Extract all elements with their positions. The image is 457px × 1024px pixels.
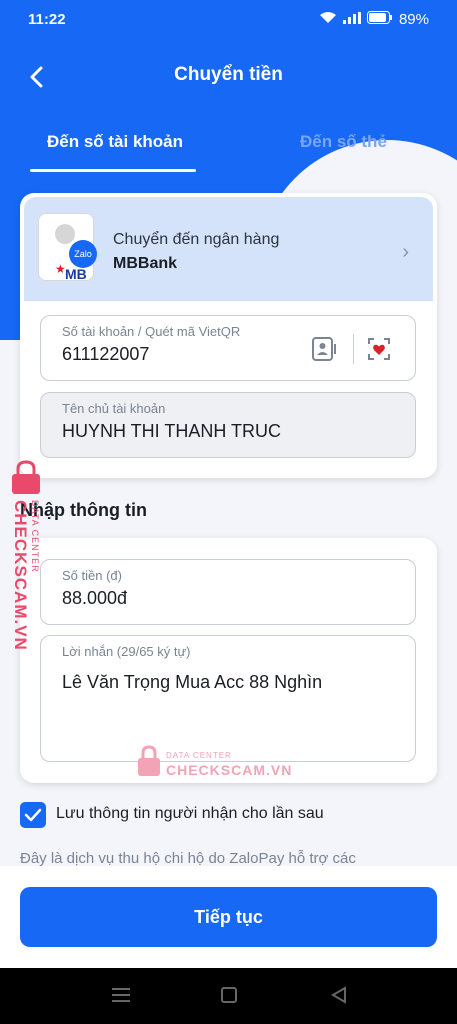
- signal-icon: [342, 11, 361, 28]
- account-holder-label: Tên chủ tài khoản: [62, 401, 166, 416]
- account-number-field[interactable]: Số tài khoản / Quét mã VietQR 611122007: [40, 315, 416, 381]
- mb-logo-text: MB: [65, 266, 87, 282]
- back-triangle-icon[interactable]: [330, 986, 348, 1004]
- status-time: 11:22: [28, 11, 66, 28]
- watermark-vertical: CHECKSCAM.VN DATA CENTER: [4, 460, 46, 651]
- battery-icon: [366, 11, 393, 28]
- checkmark-icon: [24, 808, 42, 822]
- disclaimer-text: Đây là dịch vụ thu hộ chi hộ do ZaloPay …: [20, 850, 356, 867]
- tab-card-number[interactable]: Đến số thẻ: [300, 132, 387, 152]
- bank-name: MBBank: [113, 255, 178, 272]
- account-holder-value: HUYNH THI THANH TRUC: [62, 421, 282, 441]
- recipient-card: Zalo ★ MB Chuyển đến ngân hàng MBBank › …: [20, 193, 437, 478]
- bank-logo: Zalo ★ MB: [38, 213, 97, 282]
- continue-button[interactable]: Tiếp tục: [20, 887, 437, 947]
- wifi-icon: [319, 11, 337, 28]
- watermark-subtext: DATA CENTER: [166, 751, 232, 760]
- amount-field[interactable]: Số tiền (đ) 88.000đ: [40, 559, 416, 625]
- status-icons: 89%: [319, 11, 429, 28]
- lock-icon: [136, 744, 162, 778]
- qr-scan-icon[interactable]: [367, 337, 391, 361]
- avatar: [55, 224, 75, 244]
- contact-book-icon[interactable]: [311, 336, 337, 362]
- watermark-subtext: DATA CENTER: [30, 500, 40, 573]
- save-recipient-checkbox[interactable]: [20, 802, 46, 828]
- account-holder-field: Tên chủ tài khoản HUYNH THI THANH TRUC: [40, 392, 416, 458]
- message-label: Lời nhắn (29/65 ký tự): [62, 644, 191, 659]
- bank-subtitle: Chuyển đến ngân hàng: [113, 231, 280, 248]
- account-number-value: 611122007: [62, 344, 150, 364]
- save-recipient-label: Lưu thông tin người nhận cho lần sau: [56, 805, 324, 822]
- battery-percent: 89%: [398, 11, 429, 28]
- field-divider: [353, 334, 354, 364]
- amount-label: Số tiền (đ): [62, 568, 122, 583]
- transfer-info-card: Số tiền (đ) 88.000đ Lời nhắn (29/65 ký t…: [20, 538, 437, 783]
- home-icon[interactable]: [221, 987, 237, 1003]
- chevron-right-icon: ›: [402, 241, 409, 263]
- system-nav-bar: [0, 968, 457, 1024]
- amount-value: 88.000đ: [62, 588, 128, 608]
- message-value: Lê Văn Trọng Mua Acc 88 Nghìn: [62, 672, 323, 692]
- status-bar: 11:22 89%: [0, 0, 457, 40]
- page-title: Chuyển tiền: [174, 64, 283, 85]
- menu-icon[interactable]: [112, 987, 130, 1003]
- message-field[interactable]: Lời nhắn (29/65 ký tự) Lê Văn Trọng Mua …: [40, 635, 416, 762]
- lock-icon: [6, 460, 46, 496]
- zalo-badge: Zalo: [69, 240, 97, 268]
- tab-account-number[interactable]: Đến số tài khoản: [47, 132, 183, 152]
- watermark-text: CHECKSCAM.VN: [11, 500, 30, 651]
- tab-indicator: [30, 169, 196, 172]
- account-number-label: Số tài khoản / Quét mã VietQR: [62, 324, 241, 339]
- bank-selector[interactable]: Zalo ★ MB Chuyển đến ngân hàng MBBank ›: [24, 197, 433, 301]
- watermark-text: CHECKSCAM.VN: [166, 762, 293, 778]
